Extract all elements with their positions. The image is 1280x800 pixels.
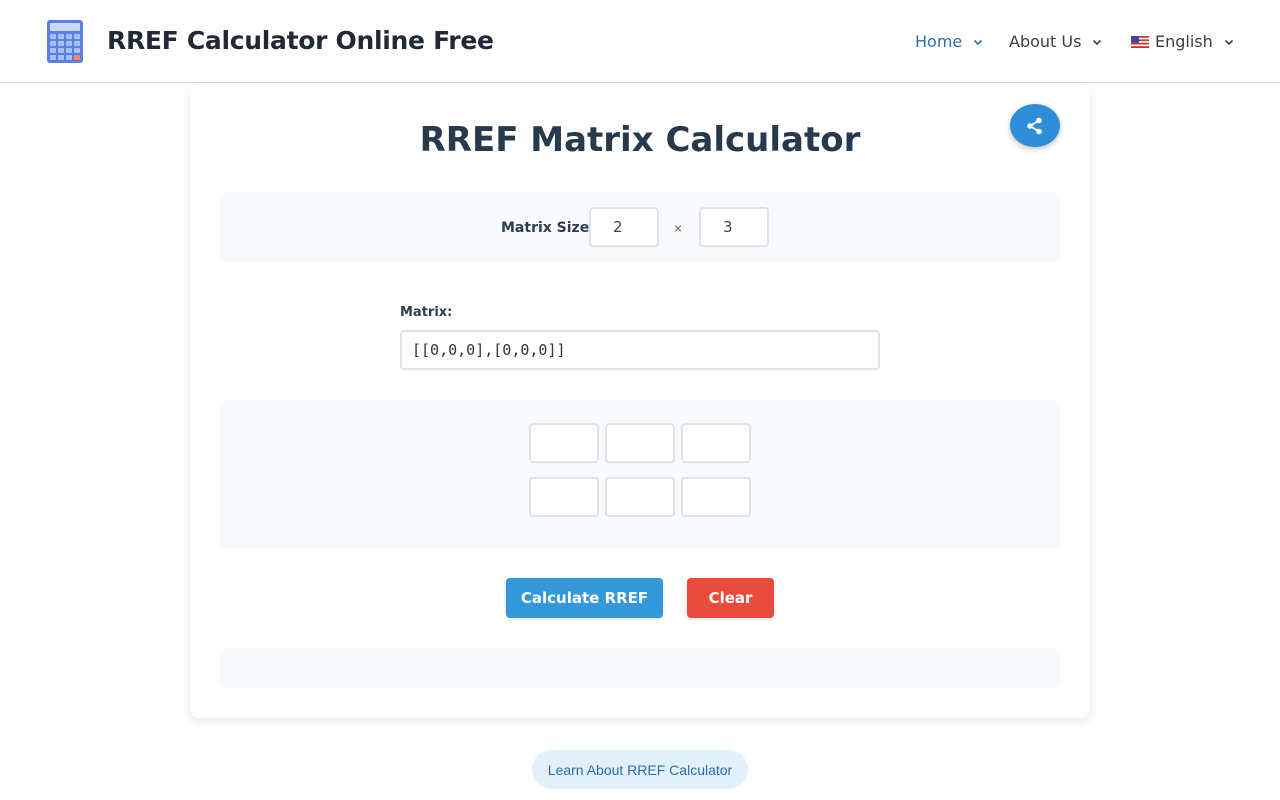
result-panel xyxy=(220,648,1060,688)
clear-button[interactable]: Clear xyxy=(687,578,774,618)
site-title[interactable]: RREF Calculator Online Free xyxy=(107,26,494,55)
chevron-down-icon xyxy=(1093,39,1102,46)
matrix-size-panel: Matrix Size: 2 × 3 xyxy=(220,192,1060,262)
matrix-cell[interactable] xyxy=(681,423,751,463)
chevron-down-icon xyxy=(974,39,983,46)
rows-input[interactable]: 2 xyxy=(589,207,659,247)
chevron-down-icon xyxy=(1224,39,1233,46)
calculate-rref-button[interactable]: Calculate RREF xyxy=(506,578,663,618)
calculator-icon[interactable] xyxy=(46,19,84,64)
nav-home[interactable]: Home xyxy=(915,31,984,53)
times-symbol: × xyxy=(674,220,683,236)
language-selector[interactable]: English xyxy=(1131,31,1235,53)
calculator-title: RREF Matrix Calculator xyxy=(419,120,861,160)
matrix-size-label: Matrix Size: xyxy=(501,220,595,236)
matrix-cell[interactable] xyxy=(529,477,599,517)
matrix-cell[interactable] xyxy=(681,477,751,517)
language-label: English xyxy=(1155,32,1213,51)
calculator-card: RREF Matrix Calculator Matrix Size: 2 × … xyxy=(190,84,1090,718)
matrix-cell[interactable] xyxy=(605,423,675,463)
us-flag-icon xyxy=(1131,36,1149,48)
matrix-label: Matrix: xyxy=(400,305,453,320)
learn-about-button[interactable]: Learn About RREF Calculator xyxy=(532,750,748,789)
nav-home-label: Home xyxy=(915,32,963,51)
cols-input[interactable]: 3 xyxy=(699,207,769,247)
nav-about-us[interactable]: About Us xyxy=(1009,31,1103,53)
matrix-cell[interactable] xyxy=(529,423,599,463)
site-header: RREF Calculator Online Free Home About U… xyxy=(0,0,1280,83)
nav-about-label: About Us xyxy=(1009,32,1082,51)
matrix-grid-panel xyxy=(220,400,1060,548)
matrix-text-input[interactable]: [[0,0,0],[0,0,0]] xyxy=(400,330,880,370)
matrix-cell[interactable] xyxy=(605,477,675,517)
